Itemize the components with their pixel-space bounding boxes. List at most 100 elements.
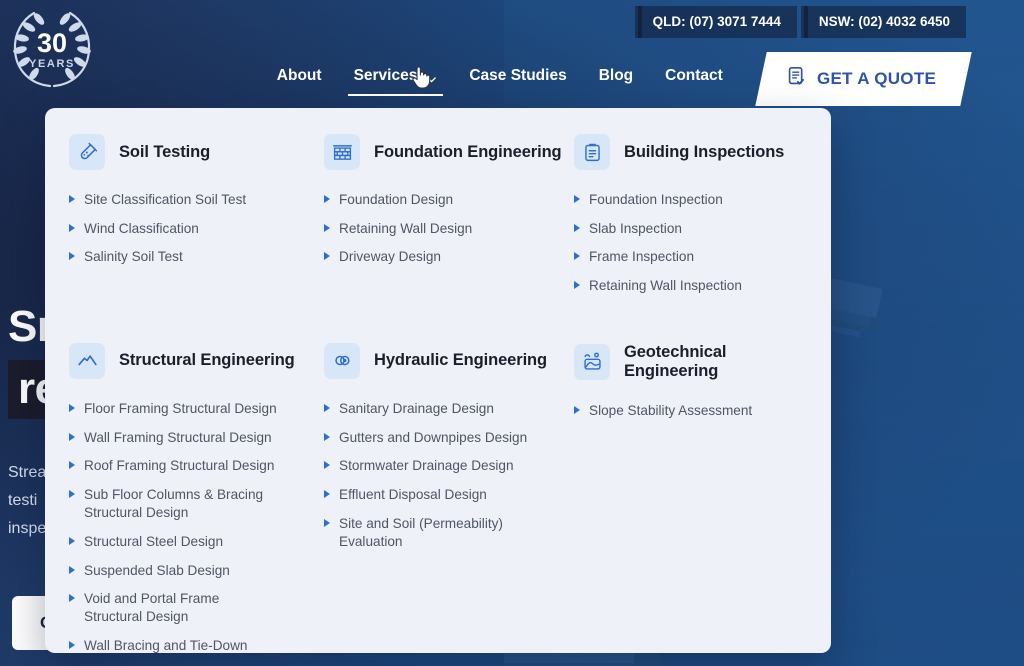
- menu-link-label: Sub Floor Columns & Bracing Structural D…: [84, 486, 264, 521]
- menu-link-label: Site and Soil (Permeability) Evaluation: [339, 515, 503, 549]
- menu-link[interactable]: Slope Stability Assessment: [574, 397, 786, 426]
- test-tube-icon: [69, 134, 105, 170]
- menu-link-label: Frame Inspection: [589, 249, 695, 265]
- triangle-bullet-icon: [69, 489, 75, 498]
- menu-link[interactable]: Salinity Soil Test: [69, 243, 281, 272]
- menu-link[interactable]: Structural Steel Design: [69, 528, 281, 557]
- brick-wall-icon: [324, 134, 360, 170]
- nav-item-case-studies[interactable]: Case Studies: [467, 61, 568, 97]
- nav-item-services-label: Services: [353, 67, 418, 84]
- menu-link[interactable]: Sanitary Drainage Design: [324, 395, 536, 424]
- menu-link-label: Wall Bracing and Tie-Down Structural Des…: [84, 638, 248, 653]
- menu-link[interactable]: Site and Soil (Permeability) Evaluation: [324, 510, 536, 557]
- triangle-bullet-icon: [69, 536, 75, 545]
- mega-column-building-inspections: Building Inspections Foundation Inspecti…: [574, 134, 809, 301]
- mega-column-title: Building Inspections: [624, 142, 785, 161]
- menu-link[interactable]: Suspended Slab Design: [69, 557, 281, 586]
- mega-column-structural-engineering: Structural Engineering Floor Framing Str…: [69, 342, 324, 653]
- menu-link-label: Structural Steel Design: [84, 533, 224, 549]
- mega-column-title: Soil Testing: [119, 142, 211, 161]
- triangle-bullet-icon: [324, 195, 330, 203]
- triangle-bullet-icon: [324, 518, 330, 527]
- triangle-bullet-icon: [69, 195, 75, 203]
- mega-column-title: Foundation Engineering: [374, 142, 562, 161]
- menu-link[interactable]: Driveway Design: [324, 243, 536, 272]
- triangle-bullet-icon: [69, 223, 75, 232]
- menu-link-label: Slope Stability Assessment: [589, 402, 753, 418]
- triangle-bullet-icon: [574, 195, 580, 203]
- triangle-bullet-icon: [324, 403, 330, 412]
- phone-bar: QLD: (07) 3071 7444 NSW: (02) 4032 6450: [634, 6, 966, 38]
- menu-link[interactable]: Site Classification Soil Test: [69, 186, 281, 215]
- mega-column-title: Hydraulic Engineering: [374, 351, 548, 370]
- menu-link-label: Wall Framing Structural Design: [84, 429, 272, 445]
- menu-link-label: Effluent Disposal Design: [339, 486, 487, 502]
- phone-qld[interactable]: QLD: (07) 3071 7444: [634, 6, 797, 38]
- menu-link[interactable]: Wall Framing Structural Design: [69, 424, 281, 453]
- triangle-bullet-icon: [574, 281, 580, 290]
- chevron-down-icon: [426, 72, 437, 83]
- menu-link-label: Sanitary Drainage Design: [339, 400, 494, 416]
- clipboard-icon: [574, 134, 610, 170]
- menu-link-label: Void and Portal Frame Structural Design: [84, 591, 220, 625]
- menu-link[interactable]: Floor Framing Structural Design: [69, 395, 281, 424]
- mega-column-foundation-engineering: Foundation Engineering Foundation Design…: [324, 134, 574, 301]
- get-a-quote-button[interactable]: GET A QUOTE: [755, 52, 972, 106]
- mega-column-header[interactable]: Building Inspections: [574, 134, 809, 170]
- menu-link-label: Wind Classification: [84, 220, 199, 236]
- mega-column-list: Slope Stability Assessment: [574, 397, 809, 426]
- menu-link[interactable]: Gutters and Downpipes Design: [324, 424, 536, 453]
- menu-link-label: Retaining Wall Design: [339, 220, 473, 236]
- roof-peak-icon: [69, 342, 105, 379]
- mega-column-header[interactable]: Hydraulic Engineering: [324, 342, 574, 379]
- get-a-quote-label: GET A QUOTE: [816, 69, 936, 88]
- mega-column-list: Foundation Design Retaining Wall Design …: [324, 186, 574, 272]
- menu-link[interactable]: Void and Portal Frame Structural Design: [69, 585, 281, 632]
- menu-link-label: Slab Inspection: [589, 220, 682, 236]
- triangle-bullet-icon: [69, 252, 75, 261]
- menu-link[interactable]: Foundation Inspection: [574, 186, 786, 215]
- triangle-bullet-icon: [69, 594, 75, 603]
- mega-column-header[interactable]: Geotechnical Engineering: [574, 343, 809, 381]
- mega-column-header[interactable]: Structural Engineering: [69, 342, 324, 379]
- nav-item-about[interactable]: About: [275, 61, 324, 97]
- mega-column-hydraulic-engineering: Hydraulic Engineering Sanitary Drainage …: [324, 342, 574, 653]
- triangle-bullet-icon: [574, 223, 580, 232]
- menu-link[interactable]: Frame Inspection: [574, 243, 786, 272]
- menu-link[interactable]: Retaining Wall Inspection: [574, 272, 786, 301]
- menu-link-label: Salinity Soil Test: [84, 249, 183, 265]
- triangle-bullet-icon: [324, 461, 330, 470]
- menu-link-label: Stormwater Drainage Design: [339, 458, 514, 474]
- nav-item-contact[interactable]: Contact: [663, 61, 725, 97]
- triangle-bullet-icon: [324, 432, 330, 441]
- menu-link[interactable]: Slab Inspection: [574, 215, 786, 244]
- mega-column-list: Floor Framing Structural Design Wall Fra…: [69, 395, 324, 653]
- triangle-bullet-icon: [324, 223, 330, 232]
- triangle-bullet-icon: [324, 252, 330, 261]
- document-check-icon: [787, 66, 806, 92]
- hill-landscape-icon: [574, 343, 610, 380]
- mega-column-list: Foundation Inspection Slab Inspection Fr…: [574, 186, 809, 301]
- menu-link[interactable]: Roof Framing Structural Design: [69, 452, 281, 481]
- nav-item-services[interactable]: Services: [347, 61, 444, 97]
- main-navigation: About Services Case Studies Blog Contact…: [0, 52, 1024, 106]
- phone-nsw[interactable]: NSW: (02) 4032 6450: [800, 6, 966, 38]
- menu-link-label: Foundation Design: [339, 192, 454, 207]
- mega-column-header[interactable]: Soil Testing: [69, 134, 324, 170]
- mega-column-header[interactable]: Foundation Engineering: [324, 134, 574, 170]
- menu-link[interactable]: Wall Bracing and Tie-Down Structural Des…: [69, 632, 281, 653]
- menu-link[interactable]: Sub Floor Columns & Bracing Structural D…: [69, 481, 281, 528]
- mega-menu-grid: Soil Testing Site Classification Soil Te…: [45, 134, 831, 653]
- triangle-bullet-icon: [574, 405, 580, 414]
- menu-link[interactable]: Wind Classification: [69, 215, 281, 244]
- mega-column-title: Structural Engineering: [119, 351, 295, 370]
- menu-link[interactable]: Foundation Design: [324, 186, 536, 215]
- menu-link-label: Suspended Slab Design: [84, 562, 230, 578]
- menu-link-label: Roof Framing Structural Design: [84, 458, 275, 474]
- nav-item-blog[interactable]: Blog: [597, 61, 635, 97]
- triangle-bullet-icon: [69, 461, 75, 470]
- menu-link[interactable]: Effluent Disposal Design: [324, 481, 536, 510]
- menu-link[interactable]: Stormwater Drainage Design: [324, 452, 536, 481]
- menu-link[interactable]: Retaining Wall Design: [324, 215, 536, 244]
- menu-link-label: Driveway Design: [339, 249, 441, 265]
